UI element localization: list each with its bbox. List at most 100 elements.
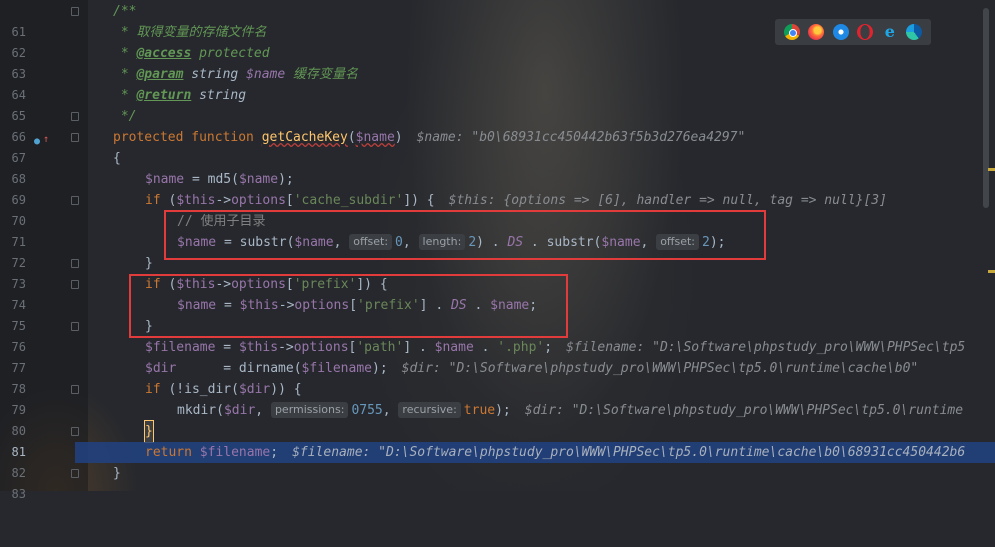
brace: { <box>113 151 121 166</box>
code-text: ); <box>495 403 511 418</box>
code-line-65[interactable]: 65 * @return string <box>0 85 995 123</box>
string: 'path' <box>356 340 404 355</box>
code-text: = <box>215 340 239 355</box>
code-line-78[interactable]: 78 $dir = dirname($filename); $dir: "D:\S… <box>0 358 995 396</box>
code-line-69[interactable]: 69 $name = md5($name); <box>0 169 995 207</box>
code-text: = dirname( <box>176 361 302 376</box>
scrollbar-marker <box>988 270 995 273</box>
code-text: -> <box>215 193 232 208</box>
var: $this <box>238 340 279 355</box>
ie-icon[interactable]: e <box>882 24 898 40</box>
brace: } <box>145 256 153 271</box>
fold-icon[interactable] <box>71 385 79 394</box>
paren: ) <box>394 130 403 145</box>
chrome-icon[interactable] <box>783 24 800 40</box>
code-line-70[interactable]: 70 if ($this->options['cache_subdir']) {… <box>0 190 995 228</box>
doc-comment-open: /** <box>113 4 137 19</box>
property: options <box>231 193 286 208</box>
scrollbar-marker <box>988 168 995 171</box>
string: '.php' <box>497 340 545 355</box>
doc-prefix: * <box>113 88 137 103</box>
debug-value-hint: $dir: "D:\Software\phpstudy_pro\WWW\PHPS… <box>401 361 919 376</box>
code-line-67[interactable]: 67 ● ↑ protected function getCacheKey($n… <box>0 127 995 165</box>
code-text: ] . <box>403 340 435 355</box>
edge-icon[interactable] <box>906 24 923 40</box>
code-line-81[interactable]: 81 } <box>0 420 995 459</box>
code-line-68[interactable]: 68 { <box>0 148 995 186</box>
code-line-64[interactable]: 64 * @param string $name 缓存变量名 <box>0 64 995 102</box>
code-text: ( <box>160 193 177 208</box>
opera-icon[interactable] <box>857 24 874 40</box>
keyword: if <box>145 193 161 208</box>
fold-icon[interactable] <box>71 427 79 436</box>
browser-launcher-bar: e <box>775 19 931 45</box>
code-text: ); <box>278 172 294 187</box>
doc-comment-text: * 取得变量的存储文件名 <box>113 25 267 40</box>
fold-icon[interactable] <box>71 259 79 268</box>
code-line-63[interactable]: 63 * @access protected <box>0 43 995 81</box>
matched-brace: } <box>144 420 154 443</box>
code-text: , <box>255 403 271 418</box>
fold-icon[interactable] <box>71 322 79 331</box>
property: options <box>293 340 349 355</box>
param-hint-recursive: recursive: <box>398 402 461 418</box>
annotation-box-prefix <box>129 274 568 338</box>
var: $filename <box>145 340 216 355</box>
scrollbar-thumb[interactable] <box>983 8 989 208</box>
code-line-82-execution-point[interactable]: return $filename; $filename: "D:\Software… <box>75 442 995 463</box>
doc-type: string <box>183 67 247 82</box>
code-line-83[interactable]: 83 } <box>0 463 995 501</box>
doc-prefix: * <box>113 67 137 82</box>
code-text: ]) { <box>403 193 435 208</box>
debug-value-hint: $this: {options => [6], handler => null,… <box>448 193 887 208</box>
debug-value-hint: $filename: "D:\Software\phpstudy_pro\WWW… <box>292 445 966 460</box>
fold-icon[interactable] <box>71 469 79 478</box>
param-var: $name <box>355 130 395 145</box>
code-text: -> <box>278 340 294 355</box>
keyword: protected function <box>113 130 262 145</box>
code-text: ; <box>544 340 553 355</box>
fold-icon[interactable] <box>71 112 79 121</box>
code-text: mkdir( <box>177 403 224 418</box>
fold-icon[interactable] <box>71 7 79 16</box>
var: $dir <box>145 361 177 376</box>
var: $dir <box>238 382 271 397</box>
brace: } <box>113 466 121 481</box>
fold-icon[interactable] <box>71 133 79 142</box>
var: $this <box>176 193 216 208</box>
annotation-box-subdir <box>164 210 766 260</box>
fold-icon[interactable] <box>71 280 79 289</box>
firefox-icon[interactable] <box>808 24 825 40</box>
doc-type: string <box>191 88 247 103</box>
code-text: = md5( <box>184 172 239 187</box>
code-text: . <box>473 340 498 355</box>
code-line-66[interactable]: 66 */ <box>0 106 995 144</box>
code-line-80[interactable]: 80 mkdir($dir, permissions: 0755, recursi… <box>0 400 995 438</box>
code-text: (!is_dir( <box>160 382 239 397</box>
paren: ( <box>347 130 356 145</box>
debug-value-hint: $name: "b0\68931cc450442b63f5b3d276ea429… <box>416 130 746 145</box>
var: $dir <box>223 403 256 418</box>
doc-var: $name <box>246 67 286 82</box>
code-line-77[interactable]: 77 $filename = $this->options['path'] . … <box>0 337 995 375</box>
code-line-79[interactable]: 79 if (!is_dir($dir)) { <box>0 379 995 417</box>
override-arrow-icon[interactable]: ↑ <box>43 129 49 150</box>
keyword: true <box>463 403 496 418</box>
param-hint-permissions: permissions: <box>270 402 349 418</box>
var: $filename <box>199 445 271 460</box>
code-text: ; <box>270 445 279 460</box>
doc-tag-param: @param <box>136 67 184 82</box>
number: 0755 <box>351 403 383 418</box>
doc-tag-access: @access <box>136 46 192 61</box>
fold-icon[interactable] <box>71 196 79 205</box>
code-text: [ <box>285 193 294 208</box>
doc-text: protected <box>191 46 270 61</box>
line-82-gutter: 82 <box>0 442 75 480</box>
var: $name <box>238 172 279 187</box>
doc-desc: 缓存变量名 <box>285 67 359 82</box>
var: $filename <box>301 361 372 376</box>
code-text: )) { <box>270 382 302 397</box>
safari-icon[interactable] <box>832 24 849 40</box>
keyword: return <box>145 445 200 460</box>
code-text: , <box>382 403 399 418</box>
